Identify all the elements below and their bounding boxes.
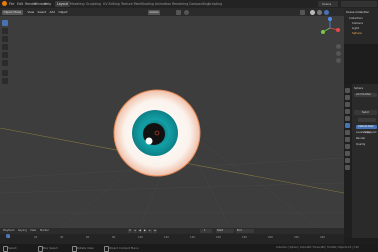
timeline-tick: 220 — [294, 236, 299, 239]
status-rotate-view: Rotate View — [77, 246, 94, 250]
constraints-props-icon[interactable] — [345, 144, 350, 149]
scene-label: Scene — [322, 2, 332, 6]
blender-logo-icon[interactable] — [2, 1, 7, 6]
select-box-tool-icon[interactable] — [2, 20, 8, 26]
measure-tool-icon[interactable] — [2, 78, 8, 84]
transform-orientation[interactable]: Global — [148, 10, 160, 15]
prev-keyframe-icon[interactable]: ◂ — [133, 229, 137, 233]
shading-rendered-icon[interactable] — [324, 10, 329, 15]
transform-tool-icon[interactable] — [2, 60, 8, 66]
annotate-tool-icon[interactable] — [2, 70, 8, 76]
navigation-gizmo[interactable] — [318, 16, 342, 40]
jump-start-icon[interactable]: ⏮ — [128, 229, 132, 233]
view-menu[interactable]: View — [26, 10, 36, 15]
outliner-title: Scene Collection — [346, 10, 370, 14]
quality-field[interactable]: Quality — [356, 143, 365, 147]
timeline-tick: 0 — [8, 236, 10, 239]
data-props-icon[interactable] — [345, 151, 350, 156]
pan-icon[interactable] — [336, 51, 341, 56]
timeline-tick: 240 — [320, 236, 325, 239]
snap-icon[interactable] — [176, 10, 181, 15]
output-props-icon[interactable] — [345, 102, 350, 107]
scene-props-icon[interactable] — [345, 109, 350, 114]
timeline-tick: 60 — [86, 236, 90, 239]
end-label: End — [237, 229, 242, 232]
levels-viewport-field[interactable]: Levels Viewport — [356, 131, 377, 135]
scene-selector[interactable]: Scene — [318, 1, 338, 7]
particles-props-icon[interactable] — [345, 130, 350, 135]
end-frame-field[interactable]: End — [236, 229, 254, 233]
modifier-props-icon[interactable] — [345, 123, 350, 128]
z-axis-icon — [328, 17, 332, 21]
modifier-header[interactable]: Subd — [354, 110, 377, 115]
current-frame-field[interactable]: 1 — [200, 229, 212, 233]
start-frame-field[interactable]: Start — [216, 229, 234, 233]
physics-props-icon[interactable] — [345, 137, 350, 142]
object-name: Sphere — [354, 87, 364, 90]
mode-selector[interactable]: Object Mode — [2, 10, 23, 15]
camera-view-icon[interactable] — [336, 58, 341, 63]
mode-label: Object Mode — [3, 10, 22, 14]
status-scene-stats: Collection | Sphere | Verts:482 | Faces:… — [276, 246, 359, 249]
overlays-icon[interactable] — [300, 10, 305, 15]
add-menu[interactable]: Add — [48, 10, 56, 15]
cursor-tool-icon[interactable] — [2, 28, 8, 34]
timeline-tick: 120 — [164, 236, 169, 239]
menu-help[interactable]: Help — [44, 0, 51, 8]
texture-props-icon[interactable] — [345, 165, 350, 170]
view-layer-selector[interactable] — [341, 1, 377, 7]
shading-solid-icon[interactable] — [310, 10, 315, 15]
status-box-select: Box Select — [43, 246, 58, 250]
play-reverse-icon[interactable]: ◀ — [138, 229, 142, 233]
y-axis-icon — [321, 30, 325, 34]
object-menu[interactable]: Object — [57, 10, 69, 15]
3d-viewport[interactable] — [0, 8, 344, 228]
subdivision-mode-toggle[interactable]: Catmull-Clark — [356, 125, 377, 129]
timeline-area[interactable] — [0, 234, 344, 244]
x-axis-icon — [336, 28, 340, 32]
transform-label: Global — [149, 10, 159, 14]
viewport-canvas — [0, 89, 344, 228]
menu-edit[interactable]: Edit — [17, 0, 23, 8]
add-modifier-label: Add Modifier — [356, 93, 372, 96]
render-props-icon[interactable] — [345, 95, 350, 100]
jump-end-icon[interactable]: ⏭ — [153, 229, 157, 233]
menu-file[interactable]: File — [9, 0, 14, 8]
timeline-tick: 20 — [34, 236, 38, 239]
object-props-icon[interactable] — [345, 116, 350, 121]
scale-tool-icon[interactable] — [2, 52, 8, 58]
eyeball-highlight — [145, 137, 153, 145]
timeline-tick: 140 — [190, 236, 195, 239]
select-menu[interactable]: Select — [36, 10, 48, 15]
apply-button[interactable]: Apply — [358, 118, 376, 134]
timeline-tick: 40 — [60, 236, 64, 239]
shading-material-icon[interactable] — [317, 10, 322, 15]
zoom-icon[interactable] — [336, 44, 341, 49]
timeline-tick: 180 — [242, 236, 247, 239]
material-props-icon[interactable] — [345, 158, 350, 163]
outliner-item-sphere[interactable]: Sphere — [352, 31, 362, 36]
proportional-edit-icon[interactable] — [184, 10, 189, 15]
modifier-name: Subd — [362, 111, 369, 114]
tab-scripting[interactable]: Scripting — [206, 1, 224, 7]
status-select: Select — [8, 246, 17, 250]
render-field[interactable]: Render — [356, 137, 365, 141]
move-tool-icon[interactable] — [2, 36, 8, 42]
timeline-tick: 160 — [216, 236, 221, 239]
timeline-tick: 80 — [112, 236, 116, 239]
current-frame-value: 1 — [204, 229, 206, 232]
timeline-tick: 100 — [138, 236, 143, 239]
subdivision-mode-label: Catmull-Clark — [358, 125, 374, 128]
play-icon[interactable]: ▶ — [143, 229, 147, 233]
start-label: Start — [217, 229, 224, 232]
tool-props-icon[interactable] — [345, 88, 350, 93]
add-modifier-button[interactable]: Add Modifier — [354, 93, 377, 97]
timeline-tick: 200 — [268, 236, 273, 239]
status-context-menu: Object Context Menu — [109, 246, 139, 250]
rotate-tool-icon[interactable] — [2, 44, 8, 50]
next-keyframe-icon[interactable]: ▸ — [148, 229, 152, 233]
